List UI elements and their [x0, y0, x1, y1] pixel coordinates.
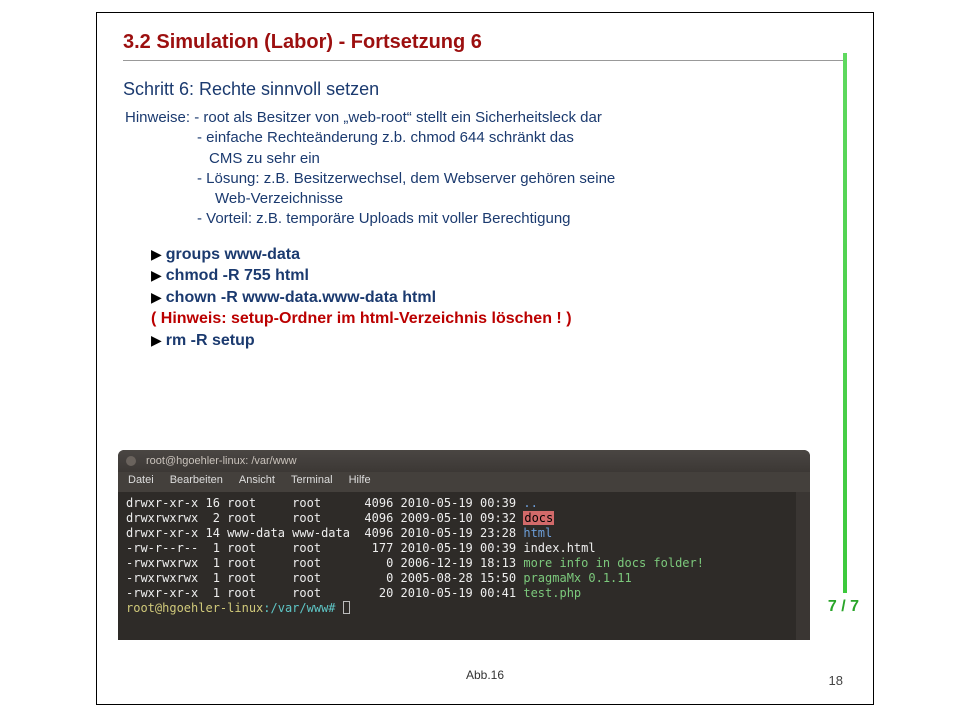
chevron-right-icon: ▶ — [151, 245, 162, 264]
scrollbar[interactable] — [796, 492, 810, 640]
step-title: Schritt 6: Rechte sinnvoll setzen — [123, 79, 847, 100]
terminal-menu: Datei Bearbeiten Ansicht Terminal Hilfe — [118, 472, 810, 492]
cmd-chmod: chmod -R 755 html — [166, 265, 309, 287]
menu-item[interactable]: Ansicht — [239, 474, 275, 490]
hint-line-2: - einfache Rechteänderung z.b. chmod 644… — [197, 128, 847, 148]
hint-line-6: - Vorteil: z.B. temporäre Uploads mit vo… — [197, 209, 847, 229]
menu-item[interactable]: Bearbeiten — [170, 474, 223, 490]
figure-caption: Abb.16 — [466, 668, 504, 682]
progress-text: 7 / 7 — [828, 598, 859, 616]
menu-item[interactable]: Terminal — [291, 474, 333, 490]
cmd-hint: ( Hinweis: setup-Ordner im html-Verzeich… — [151, 308, 572, 330]
hint-line-1: - root als Besitzer von „web-root“ stell… — [194, 109, 602, 126]
menu-item[interactable]: Datei — [128, 474, 154, 490]
hint-line-5: Web-Verzeichnisse — [215, 189, 847, 209]
menu-item[interactable]: Hilfe — [349, 474, 371, 490]
chevron-right-icon: ▶ — [151, 266, 162, 285]
commands-block: ▶groups www-data ▶chmod -R 755 html ▶ ch… — [151, 244, 847, 352]
terminal-window: root@hgoehler-linux: /var/www Datei Bear… — [118, 450, 810, 640]
window-button-icon[interactable] — [126, 456, 136, 466]
terminal-titlebar: root@hgoehler-linux: /var/www — [118, 450, 810, 472]
hints-label: Hinweise: — [125, 109, 190, 126]
terminal-title: root@hgoehler-linux: /var/www — [146, 455, 297, 467]
chevron-right-icon: ▶ — [151, 288, 162, 307]
hint-line-3: CMS zu sehr ein — [209, 149, 847, 169]
cmd-chown: chown -R www-data.www-data html — [166, 287, 436, 309]
hint-line-4: - Lösung: z.B. Besitzerwechsel, dem Webs… — [197, 169, 847, 189]
chevron-right-icon: ▶ — [151, 331, 162, 350]
page-number: 18 — [829, 673, 843, 688]
progress-ruler — [843, 53, 847, 593]
section-heading: 3.2 Simulation (Labor) - Fortsetzung 6 — [123, 31, 847, 54]
hints-block: Hinweise: - root als Besitzer von „web-r… — [125, 108, 847, 230]
cmd-rm: rm -R setup — [166, 330, 255, 352]
divider — [123, 60, 847, 61]
terminal-body[interactable]: drwxr-xr-x 16 root root 4096 2010-05-19 … — [118, 492, 810, 640]
cmd-groups: groups www-data — [166, 244, 300, 266]
